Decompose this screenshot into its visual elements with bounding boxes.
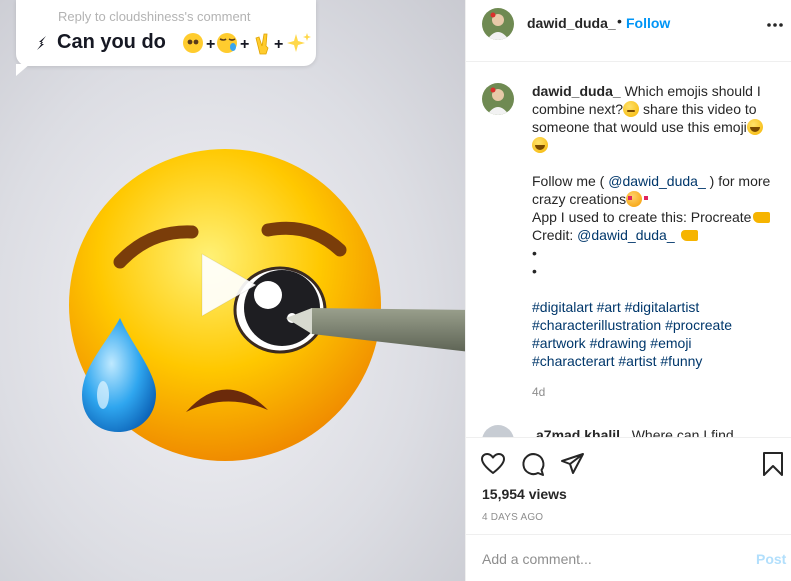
- more-icon[interactable]: [766, 20, 784, 30]
- hashtag-link[interactable]: #emoji: [650, 335, 691, 351]
- follow-button[interactable]: Follow: [626, 15, 670, 31]
- reply-comment-bubble: Reply to cloudshiness's comment Can you …: [16, 0, 316, 76]
- heart-eyes-emoji-icon: [626, 191, 649, 207]
- comment-text: a7mad.khalil_ Where can I find: [536, 427, 734, 437]
- hashtag-link[interactable]: #procreate: [665, 317, 732, 333]
- hashtag-link[interactable]: #characterart: [532, 353, 614, 369]
- caption-author-avatar[interactable]: [482, 83, 514, 115]
- view-count: 15,954 views: [482, 486, 567, 502]
- sweat-smile-emoji-icon: [746, 119, 763, 135]
- reply-comment-text: Can you do: [57, 31, 166, 53]
- post-button[interactable]: Post: [756, 551, 786, 567]
- add-comment-bar: Post: [466, 534, 791, 581]
- comment-body: Where can I find: [631, 427, 734, 437]
- heart-icon[interactable]: [480, 451, 506, 477]
- add-comment-input[interactable]: [482, 548, 732, 570]
- post-caption: dawid_duda_ Which emojis should I combin…: [532, 82, 777, 370]
- caption-username[interactable]: dawid_duda_: [532, 83, 621, 99]
- hashtags-line-2: #characterillustration #procreate: [532, 316, 777, 334]
- post-date[interactable]: 4 DAYS AGO: [482, 512, 543, 523]
- follow-pre-text: Follow me (: [532, 173, 609, 189]
- caption-gap: [532, 280, 777, 298]
- app-line-text: App I used to create this: Procreate: [532, 209, 752, 225]
- hashtags-line-4: #characterart #artist #funny: [532, 352, 777, 370]
- hashtags-line-1: #digitalart #art #digitalartist: [532, 298, 777, 316]
- caption-app-line: App I used to create this: Procreate: [532, 208, 777, 226]
- svg-text:+: +: [206, 36, 215, 53]
- svg-text:+: +: [274, 36, 283, 53]
- caption-follow-line: Follow me ( @dawid_duda_ ) for more craz…: [532, 172, 777, 208]
- comment-item: a7mad.khalil_ Where can I find: [482, 425, 782, 437]
- commenter-avatar[interactable]: [482, 425, 514, 437]
- caption-bullet: •: [532, 263, 537, 279]
- caption-gap: [532, 154, 777, 172]
- post-header: dawid_duda_ • Follow: [466, 0, 791, 62]
- hashtag-link[interactable]: #funny: [660, 353, 702, 369]
- hashtag-link[interactable]: #digitalartist: [625, 299, 700, 315]
- paper-plane-icon[interactable]: [560, 451, 586, 477]
- hashtag-link[interactable]: #art: [597, 299, 621, 315]
- pointing-hand-emoji-icon: [753, 212, 771, 223]
- hashtags-line-3: #artwork #drawing #emoji: [532, 334, 777, 352]
- credit-mention-link[interactable]: @dawid_duda_: [577, 227, 675, 243]
- reply-arrow-icon: [37, 36, 46, 50]
- comment-icon[interactable]: [520, 451, 546, 477]
- author-username[interactable]: dawid_duda_: [527, 15, 616, 31]
- caption-timestamp[interactable]: 4d: [532, 385, 545, 399]
- post-actions: 15,954 views 4 DAYS AGO Post: [466, 437, 791, 581]
- hashtag-link[interactable]: #artist: [618, 353, 656, 369]
- reply-meta-text: Reply to cloudshiness's comment: [58, 9, 251, 24]
- hashtag-link[interactable]: #characterillustration: [532, 317, 661, 333]
- smirk-emoji-icon: [623, 101, 640, 117]
- pointing-hand-emoji-icon: [680, 230, 698, 241]
- hashtag-link[interactable]: #drawing: [590, 335, 647, 351]
- grin-emoji-icon: [532, 137, 548, 153]
- credit-label: Credit:: [532, 227, 578, 243]
- author-avatar[interactable]: [482, 8, 514, 40]
- play-icon[interactable]: [188, 248, 262, 322]
- follow-mention-link[interactable]: @dawid_duda_: [608, 173, 706, 189]
- post-panel: dawid_duda_ • Follow dawid_duda_ Which e…: [465, 0, 791, 581]
- header-separator: •: [617, 13, 622, 29]
- caption-credit-line: Credit: @dawid_duda_: [532, 226, 777, 244]
- hashtag-link[interactable]: #artwork: [532, 335, 586, 351]
- emoji-combination-icons: + + +: [183, 33, 311, 55]
- hashtag-link[interactable]: #digitalart: [532, 299, 593, 315]
- comments-section[interactable]: dawid_duda_ Which emojis should I combin…: [466, 63, 791, 437]
- commenter-username[interactable]: a7mad.khalil_: [536, 427, 628, 437]
- video-player[interactable]: Reply to cloudshiness's comment Can you …: [0, 0, 465, 581]
- bookmark-icon[interactable]: [760, 451, 786, 477]
- caption-bullet: •: [532, 245, 537, 261]
- svg-text:+: +: [240, 36, 249, 53]
